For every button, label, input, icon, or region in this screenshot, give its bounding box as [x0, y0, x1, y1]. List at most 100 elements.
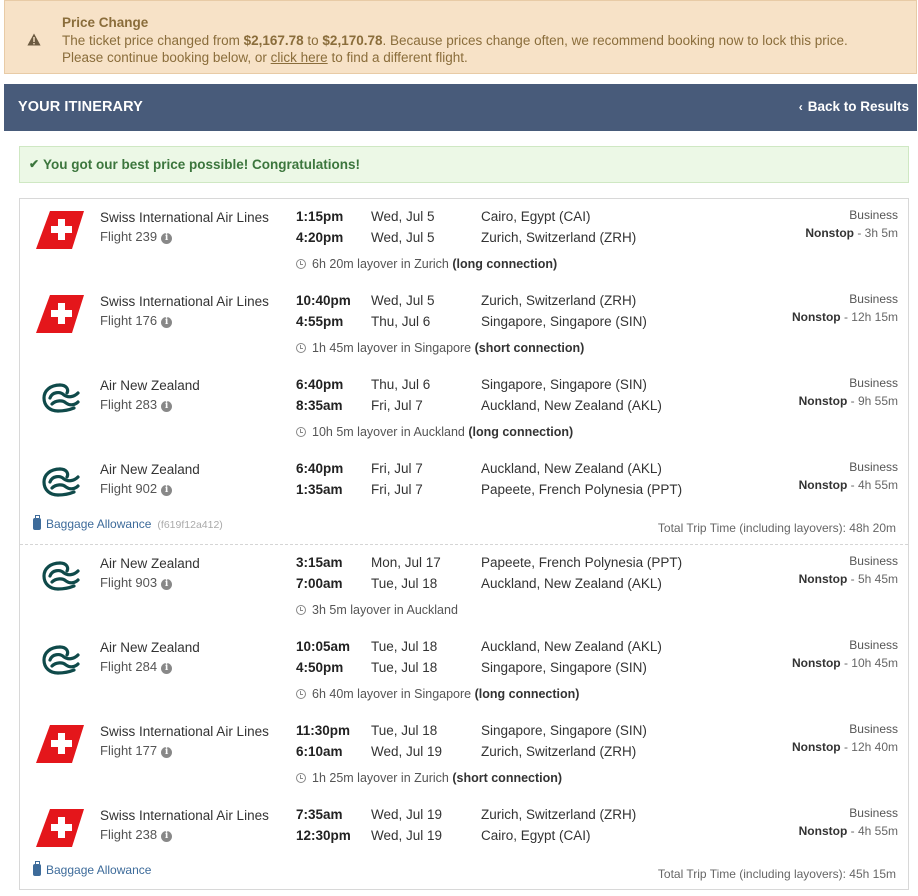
info-icon[interactable]: i: [161, 485, 173, 496]
back-to-results-link[interactable]: ‹ Back to Results: [799, 99, 909, 114]
layover-info: 6h 20m layover in Zurich (long connectio…: [296, 257, 557, 271]
clock-icon: [296, 343, 306, 353]
warning-icon: [27, 33, 41, 46]
flight-number: Flight 283 i: [100, 397, 173, 412]
arrival-airport: Auckland, New Zealand (AKL): [481, 576, 662, 591]
info-icon[interactable]: i: [161, 233, 173, 244]
chevron-left-icon: ‹: [798, 100, 803, 114]
arrival-airport: Papeete, French Polynesia (PPT): [481, 482, 683, 497]
stops-duration: Nonstop - 12h 40m: [792, 740, 898, 754]
air-new-zealand-logo-icon: [42, 467, 80, 497]
stops-duration: Nonstop - 4h 55m: [799, 824, 898, 838]
layover-info: 1h 45m layover in Singapore (short conne…: [296, 341, 584, 355]
arrival-time: 4:55pm: [296, 314, 344, 329]
info-icon[interactable]: i: [161, 401, 173, 412]
airline-name: Air New Zealand: [100, 556, 200, 571]
arrival-airport: Singapore, Singapore (SIN): [481, 314, 647, 329]
info-icon[interactable]: i: [161, 663, 173, 674]
clock-icon: [296, 427, 306, 437]
arrival-time: 6:10am: [296, 744, 343, 759]
flight-segment: Air New Zealand Flight 284 i 10:05am 4:50…: [20, 629, 908, 713]
departure-date: Fri, Jul 7: [371, 461, 423, 476]
clock-icon: [296, 605, 306, 615]
flight-duration: - 4h 55m: [847, 824, 898, 838]
airline-name: Air New Zealand: [100, 462, 200, 477]
airline-name: Air New Zealand: [100, 378, 200, 393]
info-icon[interactable]: i: [161, 579, 173, 590]
departure-date: Mon, Jul 17: [371, 555, 441, 570]
departure-date: Tue, Jul 18: [371, 639, 438, 654]
layover-text: 1h 45m layover in Singapore: [312, 341, 475, 355]
arrival-airport: Singapore, Singapore (SIN): [481, 660, 647, 675]
cabin-class: Business: [849, 460, 898, 474]
find-different-flight-link[interactable]: click here: [271, 50, 328, 65]
back-label: Back to Results: [807, 99, 909, 114]
airline-name: Swiss International Air Lines: [100, 294, 269, 309]
arrival-date: Wed, Jul 5: [371, 230, 435, 245]
best-price-text: You got our best price possible! Congrat…: [43, 157, 361, 172]
departure-time: 6:40pm: [296, 377, 344, 392]
alert-text: to find a different flight.: [327, 50, 468, 65]
departure-date: Wed, Jul 5: [371, 209, 435, 224]
itinerary-header: YOUR ITINERARY ‹ Back to Results: [4, 84, 917, 131]
layover-text: 1h 25m layover in Zurich: [312, 771, 453, 785]
alert-message: The ticket price changed from $2,167.78 …: [62, 32, 902, 66]
departure-time: 1:15pm: [296, 209, 344, 224]
flight-number: Flight 284 i: [100, 659, 173, 674]
flight-number-text: Flight 238: [100, 827, 158, 842]
arrival-date: Wed, Jul 19: [371, 744, 443, 759]
flight-number: Flight 902 i: [100, 481, 173, 496]
departure-time: 10:40pm: [296, 293, 351, 308]
arrival-date: Thu, Jul 6: [371, 314, 431, 329]
info-icon[interactable]: i: [161, 317, 173, 328]
flight-number: Flight 177 i: [100, 743, 173, 758]
arrival-airport: Auckland, New Zealand (AKL): [481, 398, 662, 413]
clock-icon: [296, 689, 306, 699]
layover-text: 3h 5m layover in Auckland: [312, 603, 458, 617]
layover-text: 10h 5m layover in Auckland: [312, 425, 469, 439]
departure-time: 6:40pm: [296, 461, 344, 476]
arrival-time: 4:20pm: [296, 230, 344, 245]
old-price: $2,167.78: [243, 33, 304, 48]
price-change-alert: Price Change The ticket price changed fr…: [4, 0, 917, 74]
flight-duration: - 12h 40m: [840, 740, 898, 754]
departure-time: 3:15am: [296, 555, 343, 570]
departure-time: 10:05am: [296, 639, 351, 654]
layover-info: 6h 40m layover in Singapore (long connec…: [296, 687, 579, 701]
departure-time: 11:30pm: [296, 723, 351, 738]
airline-name: Swiss International Air Lines: [100, 724, 269, 739]
arrival-time: 1:35am: [296, 482, 343, 497]
departure-date: Wed, Jul 19: [371, 807, 443, 822]
info-icon[interactable]: i: [161, 831, 173, 842]
flight-segment: Swiss International Air Lines Flight 239…: [20, 199, 908, 283]
arrival-time: 8:35am: [296, 398, 343, 413]
arrival-airport: Zurich, Switzerland (ZRH): [481, 744, 637, 759]
new-price: $2,170.78: [322, 33, 383, 48]
layover-note: (long connection): [468, 425, 574, 439]
clock-icon: [296, 773, 306, 783]
arrival-date: Fri, Jul 7: [371, 398, 423, 413]
alert-title: Price Change: [62, 15, 149, 30]
cabin-class: Business: [849, 554, 898, 568]
check-icon: ✔: [29, 157, 40, 171]
info-icon[interactable]: i: [161, 747, 173, 758]
flight-segment: Swiss International Air Lines Flight 177…: [20, 713, 908, 797]
departure-airport: Auckland, New Zealand (AKL): [481, 461, 662, 476]
departure-date: Wed, Jul 5: [371, 293, 435, 308]
layover-note: (short connection): [452, 771, 563, 785]
air-new-zealand-logo-icon: [42, 645, 80, 675]
arrival-time: 7:00am: [296, 576, 343, 591]
alert-text: to: [303, 33, 323, 48]
flight-number-text: Flight 902: [100, 481, 158, 496]
layover-note: (short connection): [474, 341, 585, 355]
layover-info: 1h 25m layover in Zurich (short connecti…: [296, 771, 562, 785]
itinerary-panel: Swiss International Air Lines Flight 239…: [19, 198, 909, 890]
departure-airport: Cairo, Egypt (CAI): [481, 209, 591, 224]
flight-number: Flight 238 i: [100, 827, 173, 842]
baggage-allowance-link[interactable]: Baggage Allowance (f619f12a412): [33, 515, 223, 531]
flight-number-text: Flight 177: [100, 743, 158, 758]
flight-duration: - 10h 45m: [840, 656, 898, 670]
stops-duration: Nonstop - 9h 55m: [799, 394, 898, 408]
swiss-logo-icon: [36, 809, 84, 847]
baggage-allowance-link[interactable]: Baggage Allowance: [33, 861, 151, 877]
